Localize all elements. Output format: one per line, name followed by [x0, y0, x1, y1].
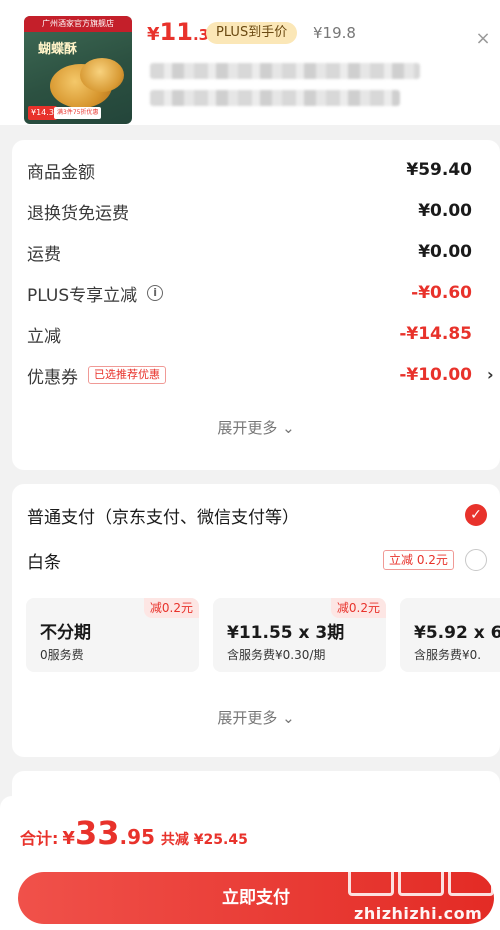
- blurred-product-title-line-2: [150, 90, 400, 106]
- plan-fee: 0服务费: [40, 648, 84, 662]
- installment-plans: 减0.2元 不分期 0服务费 减0.2元 ¥11.55 x 3期 含服务费¥0.…: [26, 598, 500, 674]
- row-label: 商品金额: [27, 162, 95, 183]
- installment-plan-3[interactable]: 减0.2元 ¥11.55 x 3期 含服务费¥0.30/期: [213, 598, 386, 672]
- info-icon[interactable]: i: [147, 285, 164, 301]
- plan-title: ¥11.55 x 3期: [227, 623, 345, 643]
- row-label: 立减: [27, 326, 61, 347]
- shipping-fee-row: 运费 ¥0.00: [27, 237, 472, 267]
- thumb-product-name: 蝴蝶酥: [38, 42, 78, 57]
- row-label: 退换货免运费: [27, 203, 129, 224]
- watermark-logo: [348, 852, 394, 896]
- price-integer: 11: [159, 18, 193, 46]
- thumb-promo-label: 满3件75折优惠: [54, 107, 102, 119]
- plan-fee: 含服务费¥0.: [414, 648, 482, 662]
- expand-more-button[interactable]: 展开更多 ⌄: [12, 707, 500, 728]
- row-value: -¥0.60: [411, 283, 472, 303]
- watermark-logo: [448, 852, 494, 896]
- amount-breakdown-card: 商品金额 ¥59.40 退换货免运费 ¥0.00 运费 ¥0.00 PLUS专享…: [12, 140, 500, 470]
- original-price: ¥19.8: [313, 24, 356, 42]
- watermark-text: zhizhizhi.com: [354, 904, 483, 923]
- blurred-product-title-line-1: [150, 63, 420, 79]
- product-header: 广州酒家官方旗舰店 蝴蝶酥 ¥14.3 满3件75折优惠 ¥ 11 .31 PL…: [0, 0, 500, 125]
- order-total: 合计: ¥ 33 .95 共减 ¥25.45: [20, 814, 248, 852]
- instant-discount-row: 立减 -¥14.85: [27, 319, 472, 349]
- row-value: -¥14.85: [399, 324, 472, 344]
- plan-title: ¥5.92 x 6期: [414, 623, 500, 643]
- row-value: ¥59.40: [406, 160, 472, 180]
- plan-discount-corner: 减0.2元: [143, 598, 199, 618]
- total-currency: ¥: [62, 828, 75, 849]
- thumb-price-tag: ¥14.3: [28, 106, 57, 120]
- installment-plan-6[interactable]: ¥5.92 x 6期 含服务费¥0.: [400, 598, 500, 672]
- thumb-shop-label: 广州酒家官方旗舰店: [24, 16, 132, 32]
- watermark-logo: [398, 852, 444, 896]
- coupon-row[interactable]: 优惠券 已选推荐优惠 -¥10.00: [27, 360, 472, 390]
- return-shipping-row: 退换货免运费 ¥0.00: [27, 196, 472, 226]
- expand-more-button[interactable]: 展开更多 ⌄: [12, 417, 500, 438]
- goods-amount-row: 商品金额 ¥59.40: [27, 155, 472, 185]
- check-icon[interactable]: ✓: [465, 504, 487, 526]
- row-label: PLUS专享立减: [27, 285, 138, 306]
- row-value: ¥0.00: [418, 201, 472, 221]
- row-value: -¥10.00: [399, 365, 472, 385]
- product-thumbnail[interactable]: 广州酒家官方旗舰店 蝴蝶酥 ¥14.3 满3件75折优惠: [24, 16, 132, 124]
- plan-fee: 含服务费¥0.30/期: [227, 648, 326, 662]
- coupon-recommended-tag: 已选推荐优惠: [88, 366, 166, 384]
- baitiao-radio[interactable]: [465, 549, 487, 571]
- cookie-image-2: [80, 58, 124, 92]
- price-currency: ¥: [147, 24, 160, 45]
- watermark: zhizhizhi.com: [348, 852, 498, 923]
- installment-plan-none[interactable]: 减0.2元 不分期 0服务费: [26, 598, 199, 672]
- plan-discount-corner: 减0.2元: [330, 598, 386, 618]
- normal-payment-label: 普通支付（京东支付、微信支付等）: [27, 507, 299, 528]
- plan-title: 不分期: [40, 623, 91, 643]
- total-saved: 共减 ¥25.45: [160, 832, 248, 848]
- total-integer: 33: [74, 814, 120, 852]
- row-label: 运费: [27, 244, 61, 265]
- chevron-right-icon[interactable]: ›: [487, 365, 494, 384]
- plus-discount-row: PLUS专享立减 i -¥0.60: [27, 278, 472, 308]
- baitiao-discount-tag: 立减 0.2元: [383, 550, 454, 570]
- payment-method-card: 普通支付（京东支付、微信支付等） ✓ 白条 立减 0.2元 减0.2元 不分期 …: [12, 484, 500, 757]
- row-value: ¥0.00: [418, 242, 472, 262]
- baitiao-label: 白条: [27, 552, 61, 573]
- total-decimal: .95: [119, 825, 155, 849]
- row-label: 优惠券: [27, 367, 78, 388]
- total-label: 合计:: [20, 829, 59, 848]
- close-icon[interactable]: ×: [472, 28, 494, 50]
- normal-payment-option[interactable]: 普通支付（京东支付、微信支付等）: [27, 500, 472, 530]
- plus-price-badge: PLUS到手价: [206, 22, 298, 44]
